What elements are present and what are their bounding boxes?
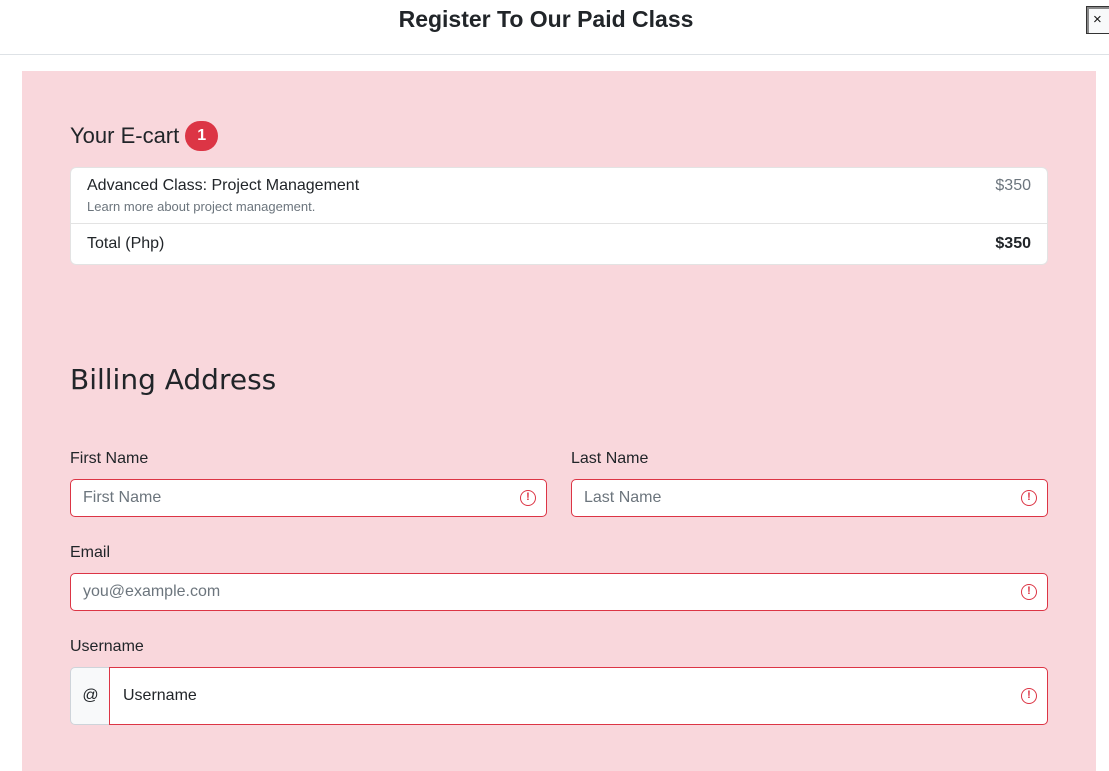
last-name-label: Last Name (571, 450, 649, 467)
close-button[interactable]: × (1086, 6, 1109, 34)
exclamation-circle-icon: ! (1021, 490, 1037, 506)
cart-item-name: Advanced Class: Project Management (87, 177, 360, 194)
first-name-input[interactable]: First Name ! (70, 479, 547, 517)
exclamation-circle-icon: ! (1021, 584, 1037, 600)
email-input[interactable]: you@example.com ! (70, 573, 1048, 611)
cart-count-badge: 1 (185, 121, 219, 151)
form-panel: Your E-cart 1 Advanced Class: Project Ma… (22, 71, 1096, 771)
first-name-placeholder: First Name (83, 489, 162, 506)
cart-heading: Your E-cart 1 (70, 121, 219, 151)
username-placeholder: Username (123, 687, 197, 704)
modal-title: Register To Our Paid Class (398, 6, 694, 32)
cart-item-price: $350 (995, 177, 1031, 194)
exclamation-circle-icon: ! (520, 490, 536, 506)
cart-total-row: Total (Php) $350 (71, 224, 1047, 264)
username-label: Username (70, 638, 144, 655)
exclamation-circle-icon: ! (1021, 688, 1037, 704)
email-label: Email (70, 544, 111, 561)
last-name-input[interactable]: Last Name ! (571, 479, 1048, 517)
cart-heading-label: Your E-cart (70, 123, 180, 148)
billing-heading: Billing Address (70, 363, 277, 396)
last-name-placeholder: Last Name (584, 489, 662, 506)
modal-header: Register To Our Paid Class × (0, 0, 1109, 55)
cart-total-value: $350 (995, 235, 1031, 252)
cart-item: Advanced Class: Project Management Learn… (71, 168, 1047, 224)
username-prefix: @ (70, 667, 110, 725)
cart-item-description: Learn more about project management. (87, 199, 316, 214)
first-name-label: First Name (70, 450, 149, 467)
username-input[interactable]: Username ! (109, 667, 1048, 725)
email-placeholder: you@example.com (83, 583, 221, 600)
cart-total-label: Total (Php) (87, 235, 165, 252)
cart-list: Advanced Class: Project Management Learn… (70, 167, 1048, 265)
